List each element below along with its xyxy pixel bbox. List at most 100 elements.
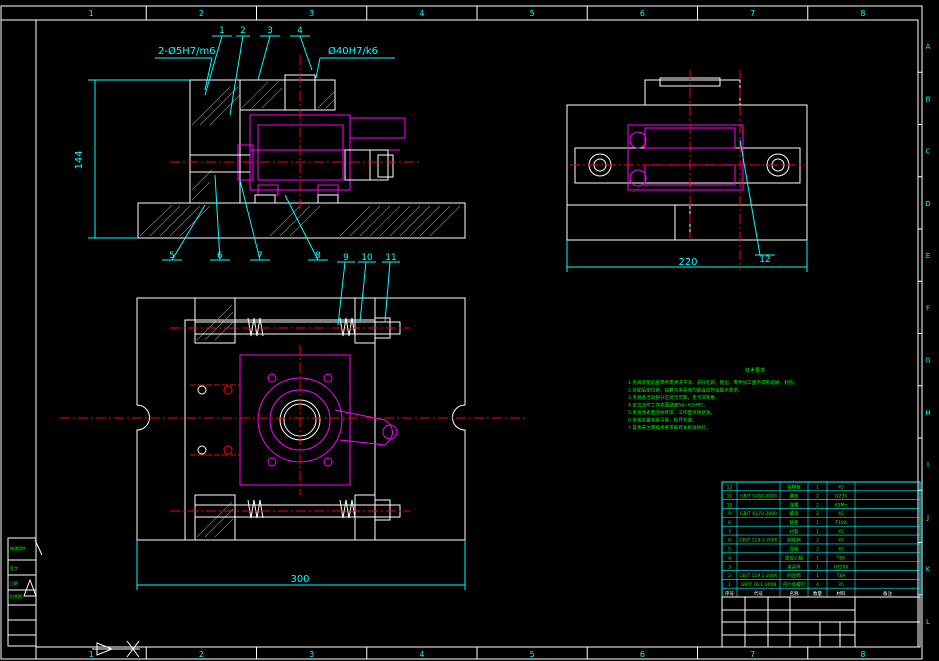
width-dim-300: 300 <box>290 574 309 585</box>
parts-cell: 4 <box>728 555 731 561</box>
notes-title: 技术要求 <box>745 367 765 374</box>
technical-notes: 技术要求 1.夹具装配前各零件需清洗干净，去除毛刺、锐边，零件加工面不得有磕碰、… <box>628 367 798 431</box>
zone-row-A: A <box>926 43 931 51</box>
parts-cell: T10A <box>834 520 847 526</box>
parts-cell: 1 <box>816 564 819 570</box>
side-view: 220 12 <box>566 70 808 272</box>
zone-row-L: L <box>926 618 930 626</box>
stamp-label-3: 日期 <box>10 580 18 586</box>
balloon-8: 8 <box>315 251 321 261</box>
zone-col-bottom-2: 2 <box>199 650 204 659</box>
parts-cell: 1 <box>728 582 731 588</box>
parts-cell: 35 <box>838 582 844 588</box>
parts-cell: 2 <box>816 511 819 517</box>
zone-col-top-4: 4 <box>419 9 424 18</box>
note-line: 1.夹具装配前各零件需清洗干净，去除毛刺、锐边，零件加工面不得有磕碰、划伤。 <box>628 379 798 386</box>
parts-cell: 夹具体 <box>787 563 801 570</box>
note-line: 2.装配后定位销、钻套与夹具体的配合应符合图示要求。 <box>628 387 743 394</box>
parts-header-cell: 数量 <box>813 590 822 597</box>
note-line: 5.夹具体表面涂防锈漆，工作面涂防锈油。 <box>628 409 715 416</box>
parts-cell: 6 <box>728 538 731 544</box>
parts-cell: GB/T 119.1-2000 <box>739 538 777 544</box>
parts-cell: 45 <box>838 529 844 535</box>
projection-symbol-icon <box>92 640 140 658</box>
parts-cell: 9 <box>728 511 731 517</box>
parts-cell: 5 <box>728 547 731 553</box>
parts-cell: 螺母 <box>790 510 799 517</box>
zone-row-K: K <box>926 566 931 574</box>
parts-cell: 2 <box>816 502 819 508</box>
parts-cell: 压板 <box>790 546 799 553</box>
balloon-3: 3 <box>267 26 273 36</box>
fit-callout-left: 2-Ø5H7/m6 <box>158 45 216 57</box>
parts-cell: 7 <box>728 529 731 535</box>
zone-col-top-2: 2 <box>199 9 204 18</box>
balloon-2: 2 <box>240 26 246 36</box>
parts-cell: T8A <box>836 573 847 579</box>
parts-cell: HT200 <box>834 564 849 570</box>
parts-cell: 12 <box>727 485 733 491</box>
balloon-6: 6 <box>217 251 223 261</box>
parts-cell: 钻模板 <box>787 484 801 491</box>
zone-markers-top: 1 2 3 4 5 6 7 8 <box>89 6 865 20</box>
parts-cell: 45 <box>838 485 844 491</box>
parts-cell: GB/T 119.1-2000 <box>739 573 777 579</box>
front-view: 144 2-Ø5H7/m6 Ø40H7/k6 1 2 3 4 5 6 7 8 <box>74 26 466 261</box>
zone-col-bottom-3: 3 <box>309 650 314 659</box>
zone-row-D: D <box>925 200 930 208</box>
zone-col-bottom-5: 5 <box>530 650 535 659</box>
zone-col-top-1: 1 <box>89 9 94 18</box>
parts-cell: 削边销 <box>787 572 801 579</box>
balloon-7: 7 <box>257 251 263 261</box>
title-block <box>721 596 921 648</box>
parts-cell: GB/T 5782-2000 <box>740 493 777 499</box>
zone-col-bottom-1: 1 <box>89 650 94 659</box>
parts-cell: 1 <box>816 529 819 535</box>
stamp-label-0: 借通用件 <box>10 545 26 551</box>
parts-cell: 弹簧 <box>790 501 799 508</box>
zone-row-I: I <box>927 461 929 469</box>
zone-row-H: H <box>925 409 930 417</box>
zone-col-top-3: 3 <box>309 9 314 18</box>
height-dim-144: 144 <box>74 150 85 169</box>
zone-col-top-7: 7 <box>750 9 755 18</box>
note-line: 4.定位元件工作表面硬度58~62HRC。 <box>628 402 708 409</box>
zone-col-top-8: 8 <box>860 9 865 18</box>
zone-col-bottom-8: 8 <box>860 650 865 659</box>
width-dim-220: 220 <box>678 257 697 268</box>
parts-cell: 4 <box>816 582 819 588</box>
note-line: 6.夹紧装置夹紧可靠，松开方便。 <box>628 417 697 424</box>
parts-header-cell: 代号 <box>754 590 763 597</box>
plan-view: 9 10 11 300 <box>60 253 525 590</box>
parts-cell: 内六角螺钉 <box>783 581 806 588</box>
fit-callout-right: Ø40H7/k6 <box>328 45 378 57</box>
balloon-11: 11 <box>385 253 396 263</box>
parts-cell: 45 <box>838 547 844 553</box>
balloon-10: 10 <box>361 253 373 263</box>
parts-cell: 2 <box>816 547 819 553</box>
parts-cell: 定位心轴 <box>785 554 803 561</box>
zone-col-bottom-4: 4 <box>419 650 424 659</box>
parts-cell: 1 <box>816 520 819 526</box>
parts-cell: 2 <box>816 493 819 499</box>
parts-cell: 2 <box>816 538 819 544</box>
parts-header-cell: 序号 <box>725 590 734 597</box>
balloon-1: 1 <box>219 26 225 36</box>
parts-header-cell: 材料 <box>837 590 846 597</box>
balloon-5: 5 <box>169 251 175 261</box>
parts-list: 12 钻模板 1 4511 GB/T 5782-2000 螺栓 2 Q23510 弹簧 2 65Mn… <box>721 481 921 598</box>
parts-cell: 1 <box>816 573 819 579</box>
parts-cell: 45 <box>838 538 844 544</box>
parts-cell: 2 <box>728 573 731 579</box>
parts-cell: 3 <box>728 564 731 570</box>
zone-row-C: C <box>926 148 931 156</box>
parts-cell: 1 <box>816 485 819 491</box>
zone-col-bottom-6: 6 <box>640 650 645 659</box>
parts-cell: GB/T 6170-2000 <box>740 511 777 517</box>
parts-cell: 钻套 <box>790 519 799 526</box>
parts-cell: 1 <box>816 555 819 561</box>
parts-cell: Q235 <box>835 493 847 499</box>
zone-row-G: G <box>925 357 930 365</box>
zone-row-E: E <box>926 252 930 260</box>
parts-cell: 8 <box>728 520 731 526</box>
